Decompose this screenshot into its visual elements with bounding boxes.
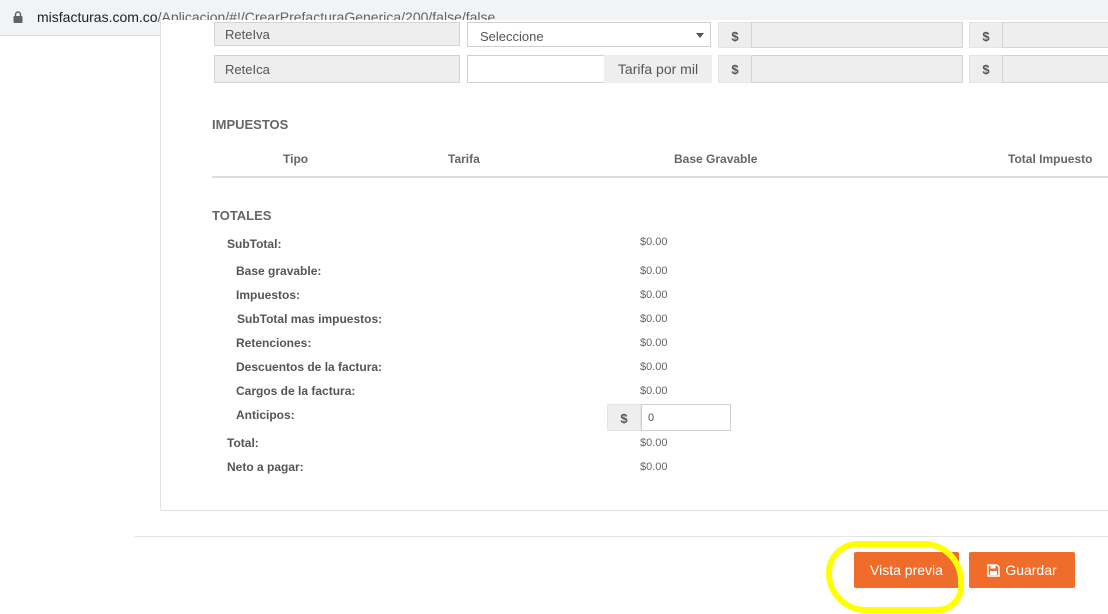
cargos-label: Cargos de la factura: — [236, 384, 356, 398]
neto-pagar-label: Neto a pagar: — [227, 460, 304, 474]
lock-icon — [13, 11, 23, 23]
subtotal-value: $0.00 — [640, 236, 668, 248]
anticipos-input-value: 0 — [648, 412, 655, 424]
reteiva-select[interactable]: Seleccione — [467, 22, 711, 47]
reteiva-currency-addon-1: $ — [718, 22, 752, 48]
subtotal-label: SubTotal: — [227, 237, 282, 251]
reteica-amount-2 — [1002, 55, 1108, 83]
reteica-label-box: ReteIca — [214, 55, 460, 83]
base-gravable-value: $0.00 — [640, 265, 668, 277]
subtotal-impuestos-label: SubTotal mas impuestos: — [237, 312, 383, 326]
total-value: $0.00 — [640, 437, 668, 449]
reteica-currency-addon-1: $ — [718, 55, 752, 83]
totales-title: TOTALES — [212, 208, 272, 223]
descuentos-label: Descuentos de la factura: — [236, 360, 383, 374]
total-label: Total: — [227, 436, 259, 450]
guardar-button[interactable]: Guardar — [969, 552, 1075, 588]
reteiva-amount-2 — [1002, 22, 1108, 48]
reteiva-currency-addon-2: $ — [969, 22, 1003, 48]
reteica-currency-addon-2: $ — [969, 55, 1003, 83]
impuestos-total-value: $0.00 — [640, 289, 668, 301]
impuestos-col-tipo: Tipo — [283, 152, 309, 166]
currency-symbol: $ — [731, 62, 739, 77]
reteica-rate-input[interactable] — [467, 55, 605, 83]
neto-pagar-value: $0.00 — [640, 461, 668, 473]
impuestos-col-tarifa: Tarifa — [448, 152, 480, 166]
impuestos-title: IMPUESTOS — [212, 117, 289, 132]
impuestos-total-label: Impuestos: — [236, 288, 301, 302]
descuentos-value: $0.00 — [640, 361, 668, 373]
impuestos-col-total-impuesto: Total Impuesto — [1008, 152, 1093, 166]
impuestos-header-divider — [212, 176, 1108, 178]
currency-symbol: $ — [982, 29, 990, 44]
impuestos-col-base-gravable: Base Gravable — [674, 152, 758, 166]
currency-symbol: $ — [620, 411, 628, 426]
url-domain: misfacturas.com.co — [37, 9, 158, 25]
currency-symbol: $ — [731, 29, 739, 44]
guardar-label: Guardar — [1005, 562, 1057, 578]
tarifa-por-mil-addon: Tarifa por mil — [604, 55, 712, 83]
reteica-label: ReteIca — [225, 62, 270, 77]
base-gravable-label: Base gravable: — [236, 264, 322, 278]
retenciones-label: Retenciones: — [236, 336, 312, 350]
reteica-amount-1 — [751, 55, 963, 83]
reteiva-label-box: ReteIva — [214, 22, 460, 46]
reteiva-amount-1 — [751, 22, 963, 48]
reteiva-label: ReteIva — [225, 27, 270, 42]
cargos-value: $0.00 — [640, 385, 668, 397]
retenciones-value: $0.00 — [640, 337, 668, 349]
footer-divider — [134, 536, 1108, 537]
chevron-down-icon — [696, 33, 704, 38]
anticipos-currency-addon: $ — [607, 404, 641, 431]
highlight-annotation — [826, 541, 964, 613]
save-floppy-icon — [987, 564, 1001, 577]
anticipos-input[interactable]: 0 — [641, 404, 731, 431]
currency-symbol: $ — [982, 62, 990, 77]
anticipos-label: Anticipos: — [236, 408, 295, 422]
reteiva-select-value: Seleccione — [480, 29, 544, 44]
subtotal-impuestos-value: $0.00 — [640, 313, 668, 325]
tarifa-por-mil-label: Tarifa por mil — [617, 61, 699, 77]
